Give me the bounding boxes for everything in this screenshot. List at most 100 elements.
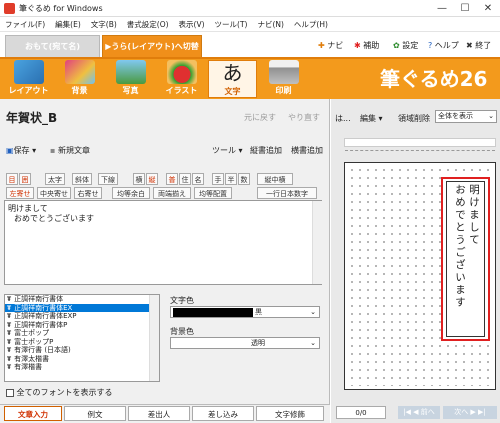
ribbon-text-button[interactable]: あ 文字 bbox=[208, 60, 257, 98]
next-page-button[interactable]: 次へ ▶ ▶| bbox=[443, 406, 497, 419]
edit-label: 編集 bbox=[360, 114, 376, 123]
bg-color-select[interactable]: 透明 ⌄ bbox=[170, 337, 320, 349]
font-item[interactable]: Ŧ 有澤楷書 bbox=[5, 363, 159, 372]
address-button[interactable]: 住 bbox=[179, 173, 191, 185]
align-right-button[interactable]: 右寄せ bbox=[74, 187, 102, 199]
tab-front[interactable]: おもて(宛て名) bbox=[5, 35, 100, 57]
kanji-number-button[interactable]: 一行日本数字 bbox=[257, 187, 317, 199]
background-icon bbox=[64, 60, 95, 84]
text-color-select[interactable]: 黒 ⌄ bbox=[170, 306, 320, 318]
tab-back-switch[interactable]: ▶うら(レイアウト)へ切替 bbox=[102, 35, 202, 57]
zoom-select[interactable]: 全体を表示 ⌄ bbox=[435, 110, 497, 123]
format-kakomi-button[interactable]: 囲 bbox=[19, 173, 31, 185]
tatechuyoko-button[interactable]: 縦中横 bbox=[257, 173, 293, 185]
font-item[interactable]: Ŧ 正調祥南行書体EXP bbox=[5, 312, 159, 321]
illust-icon bbox=[166, 60, 197, 84]
ribbon-print-button[interactable]: 印刷 bbox=[259, 60, 308, 98]
equal-margin-button[interactable]: 均等余白 bbox=[112, 187, 150, 199]
ribbon-label: 文字 bbox=[224, 87, 241, 96]
font-item[interactable]: Ŧ 正調祥南行書体P bbox=[5, 321, 159, 330]
font-item[interactable]: Ŧ 正調祥南行書体 bbox=[5, 295, 159, 304]
underline-button[interactable]: 下線 bbox=[98, 173, 118, 185]
menu-file[interactable]: ファイル(F) bbox=[0, 17, 50, 32]
menu-tools[interactable]: ツール(T) bbox=[210, 17, 253, 32]
ribbon-layout-button[interactable]: レイアウト bbox=[4, 60, 53, 98]
tab-sender[interactable]: 差出人 bbox=[128, 406, 190, 421]
text-line-1: 明けまして bbox=[8, 204, 48, 213]
area-delete-button[interactable]: 領域削除 bbox=[398, 113, 430, 124]
printer-icon bbox=[268, 60, 299, 84]
menu-navi[interactable]: ナビ(N) bbox=[252, 17, 288, 32]
ruler bbox=[344, 138, 496, 147]
zoom-value: 全体を表示 bbox=[438, 112, 473, 120]
tab-text-input[interactable]: 文章入力 bbox=[4, 406, 62, 421]
align-left-button[interactable]: 左寄せ bbox=[6, 187, 34, 199]
next-label: 次へ bbox=[454, 408, 469, 416]
handwritten-button[interactable]: 手 bbox=[212, 173, 224, 185]
text-scrollbar[interactable] bbox=[312, 201, 322, 284]
horizontal-add-button[interactable]: 横書追加 bbox=[291, 145, 323, 156]
ribbon-label: 印刷 bbox=[275, 86, 292, 95]
tab-examples[interactable]: 例文 bbox=[64, 406, 126, 421]
close-button[interactable]: ✕ bbox=[477, 1, 499, 16]
tab-text-decoration[interactable]: 文字修飾 bbox=[256, 406, 324, 421]
chevron-down-icon: ⌄ bbox=[310, 339, 316, 347]
quit-link[interactable]: ✖ 終了 bbox=[466, 40, 491, 51]
tool-menu[interactable]: ツール ▾ bbox=[212, 145, 243, 156]
photo-icon bbox=[115, 60, 146, 84]
ribbon-illust-button[interactable]: イラスト bbox=[157, 60, 206, 98]
half-width-button[interactable]: 半 bbox=[225, 173, 237, 185]
menu-text[interactable]: 文字(B) bbox=[86, 17, 122, 32]
minimize-button[interactable]: — bbox=[431, 1, 453, 16]
font-item[interactable]: Ŧ 有澤太楷書 bbox=[5, 355, 159, 364]
font-item[interactable]: Ŧ 富士ポップP bbox=[5, 338, 159, 347]
ribbon-label: 背景 bbox=[71, 86, 88, 95]
ribbon-background-button[interactable]: 背景 bbox=[55, 60, 104, 98]
navi-link[interactable]: ✚ ナビ bbox=[318, 40, 343, 51]
new-text-button[interactable]: ▪ 新規文章 bbox=[50, 145, 90, 156]
menu-help[interactable]: ヘルプ(H) bbox=[289, 17, 333, 32]
settings-link[interactable]: ✿ 設定 bbox=[393, 40, 418, 51]
normal-button[interactable]: 普 bbox=[166, 173, 178, 185]
ribbon-photo-button[interactable]: 写真 bbox=[106, 60, 155, 98]
format-me-button[interactable]: 目 bbox=[6, 173, 18, 185]
font-list-scrollbar[interactable] bbox=[149, 295, 159, 381]
align-center-button[interactable]: 中央寄せ bbox=[37, 187, 71, 199]
vertical-button[interactable]: 縦 bbox=[146, 173, 158, 185]
distribute-button[interactable]: 均等配置 bbox=[194, 187, 232, 199]
edit-menu[interactable]: 編集 ▾ bbox=[360, 113, 383, 124]
undo-button[interactable]: 元に戻す bbox=[244, 112, 276, 123]
help-link[interactable]: ? ヘルプ bbox=[428, 40, 459, 51]
redo-button[interactable]: やり直す bbox=[288, 112, 320, 123]
horizontal-button[interactable]: 横 bbox=[133, 173, 145, 185]
font-item[interactable]: Ŧ 有澤行書 (日本語) bbox=[5, 346, 159, 355]
number-button[interactable]: 数 bbox=[238, 173, 250, 185]
show-all-fonts-checkbox[interactable]: 全てのフォントを表示する bbox=[6, 387, 113, 398]
tab-merge[interactable]: 差し込み bbox=[192, 406, 254, 421]
assist-link[interactable]: ✱ 補助 bbox=[354, 40, 379, 51]
new-text-icon: ▪ bbox=[50, 146, 56, 155]
font-item-selected[interactable]: Ŧ 正調祥南行書体EX bbox=[5, 303, 159, 312]
font-list[interactable]: Ŧ 正調祥南行書体 Ŧ 正調祥南行書体EX Ŧ 正調祥南行書体EXP Ŧ 正調祥南行書体… bbox=[4, 294, 160, 382]
vertical-add-button[interactable]: 縦書追加 bbox=[250, 145, 282, 156]
prev-page-button[interactable]: |◀ ◀ 前へ bbox=[398, 406, 440, 419]
chevron-down-icon: ⌄ bbox=[310, 308, 316, 316]
maximize-button[interactable]: ☐ bbox=[454, 1, 476, 16]
app-logo: 筆ぐるめ26 bbox=[380, 67, 488, 91]
name-button[interactable]: 名 bbox=[192, 173, 204, 185]
truetype-icon: Ŧ bbox=[7, 338, 12, 346]
prev-label: 前へ bbox=[420, 408, 435, 416]
truetype-icon: Ŧ bbox=[7, 347, 12, 354]
truetype-icon: Ŧ bbox=[7, 313, 12, 320]
navi-label: ナビ bbox=[327, 41, 344, 50]
save-button[interactable]: ▣保存 ▾ bbox=[6, 145, 36, 156]
bold-button[interactable]: 太字 bbox=[45, 173, 65, 185]
app-icon bbox=[4, 3, 15, 14]
text-input-area[interactable]: 明けまして おめでとうございます bbox=[4, 200, 322, 285]
menu-format[interactable]: 書式設定(O) bbox=[122, 17, 174, 32]
menu-edit[interactable]: 編集(E) bbox=[50, 17, 86, 32]
italic-button[interactable]: 斜体 bbox=[72, 173, 92, 185]
menu-view[interactable]: 表示(V) bbox=[174, 17, 210, 32]
justify-button[interactable]: 両端揃え bbox=[153, 187, 191, 199]
font-item[interactable]: Ŧ 富士ポップ bbox=[5, 329, 159, 338]
